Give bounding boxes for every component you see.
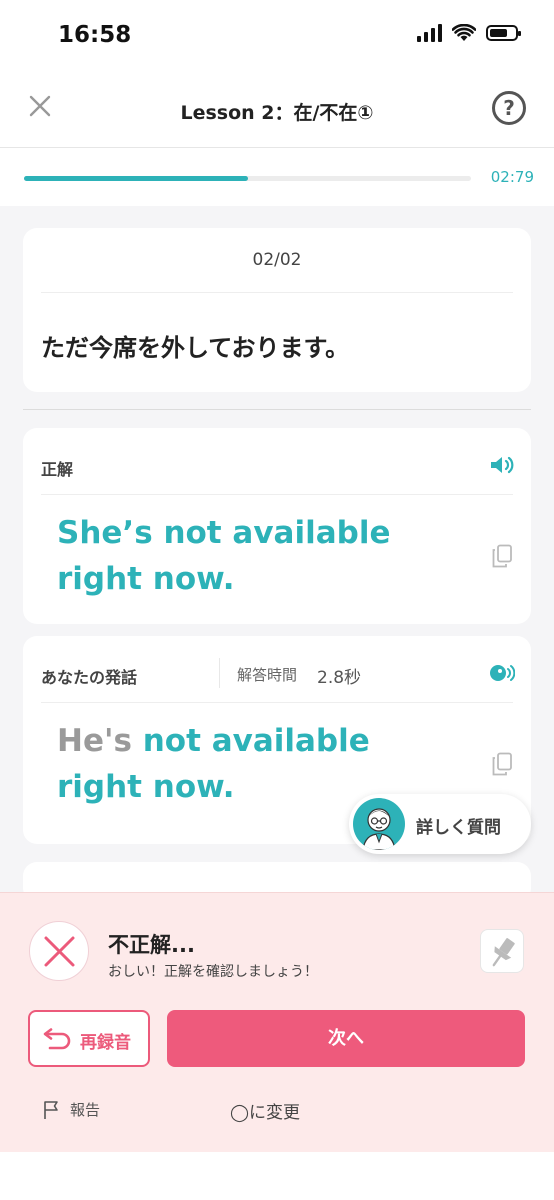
copy-icon[interactable] bbox=[491, 544, 513, 568]
divider bbox=[219, 658, 220, 688]
answer-time-label: 解答時間 bbox=[237, 666, 298, 684]
pin-button[interactable] bbox=[480, 929, 524, 973]
wifi-icon bbox=[452, 24, 476, 41]
result-title: 不正解... bbox=[108, 933, 195, 957]
help-icon[interactable]: ? bbox=[492, 91, 526, 125]
user-answer-label: あなたの発話 bbox=[41, 668, 138, 687]
answer-time-value: 2.8秒 bbox=[317, 668, 362, 688]
progress-fill bbox=[24, 176, 248, 181]
progress-track bbox=[24, 176, 471, 181]
progress-time: 02:79 bbox=[490, 168, 534, 186]
page-title: Lesson 2：在/不在① bbox=[180, 102, 374, 124]
rerecord-label: 再録音 bbox=[80, 1033, 131, 1053]
incorrect-icon bbox=[29, 921, 89, 981]
tutor-avatar bbox=[353, 798, 405, 850]
section-divider bbox=[23, 409, 531, 410]
status-time: 16:58 bbox=[58, 22, 132, 48]
correct-answer-card: 正解 She’s not available right now. bbox=[23, 428, 531, 624]
play-recording-icon[interactable] bbox=[489, 662, 515, 684]
ask-detail-label: 詳しく質問 bbox=[416, 818, 501, 838]
nav-bar: Lesson 2：在/不在① ? bbox=[0, 74, 554, 148]
speaker-icon[interactable] bbox=[489, 454, 515, 476]
ask-detail-button[interactable]: 詳しく質問 bbox=[349, 794, 531, 854]
report-label: 報告 bbox=[70, 1101, 101, 1119]
result-subtitle: おしい！正解を確認しましょう！ bbox=[108, 964, 318, 980]
rerecord-button[interactable]: 再録音 bbox=[28, 1010, 150, 1067]
divider bbox=[41, 292, 513, 293]
status-icons bbox=[417, 24, 521, 42]
divider bbox=[41, 494, 513, 495]
pin-icon bbox=[492, 938, 515, 967]
question-card: 02/02 ただ今席を外しております。 bbox=[23, 228, 531, 392]
result-panel: 不正解... おしい！正解を確認しましょう！ 再録音 次へ 報告 ◯に変更 bbox=[0, 892, 554, 1152]
signal-icon bbox=[417, 24, 442, 42]
question-count: 02/02 bbox=[252, 250, 302, 270]
correct-answer-text: She’s not available right now. bbox=[57, 515, 391, 597]
next-button[interactable]: 次へ bbox=[167, 1010, 525, 1067]
divider bbox=[41, 702, 513, 703]
home-indicator-area bbox=[0, 1152, 554, 1200]
user-answer-wrong-part: He's bbox=[57, 723, 132, 759]
undo-icon bbox=[43, 1028, 71, 1050]
battery-icon bbox=[486, 25, 521, 41]
change-to-correct-link[interactable]: ◯に変更 bbox=[230, 1098, 300, 1123]
flag-icon bbox=[44, 1101, 58, 1119]
correct-label: 正解 bbox=[41, 460, 74, 479]
status-bar: 16:58 bbox=[0, 0, 554, 74]
copy-icon[interactable] bbox=[491, 752, 513, 776]
progress-section: 02:79 bbox=[0, 148, 554, 206]
question-text: ただ今席を外しております。 bbox=[41, 334, 350, 362]
